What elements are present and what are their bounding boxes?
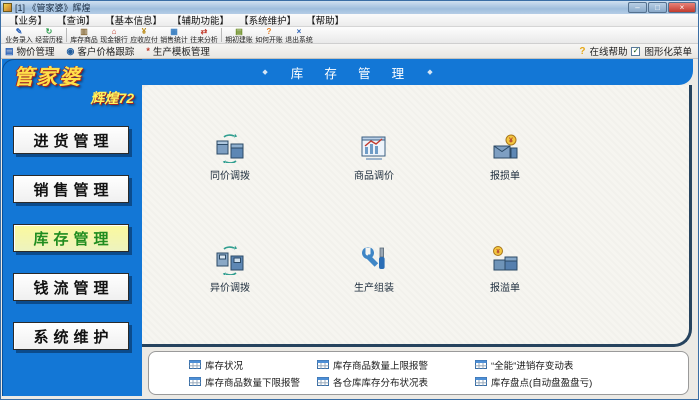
link-allround-change-table[interactable]: “全能”进销存变动表 [475, 358, 682, 372]
app-window: [1] 《管家婆》辉煌 – □ × 【业务】 【查询】 【基本信息】 【辅助功能… [0, 0, 699, 400]
sidebar: 管家婆 辉煌72 进货管理 销售管理 库存管理 钱流管理 系统维护 [2, 59, 142, 396]
link-upper-limit-alarm[interactable]: 库存商品数量上限报警 [317, 358, 475, 372]
svg-text:¥: ¥ [509, 138, 513, 145]
module-loss-report[interactable]: ¥ 报损单 [490, 133, 520, 182]
production-template-button[interactable]: * 生产模板管理 [146, 44, 210, 58]
minimize-button[interactable]: – [628, 2, 647, 13]
toolbar-sales-stats[interactable]: ▦ 销售统计 [159, 28, 189, 44]
toolbar-separator [66, 28, 67, 42]
maximize-button[interactable]: □ [648, 2, 667, 13]
content-panel: 同价调拨 商品调价 ¥ [142, 85, 692, 347]
menu-basic-info[interactable]: 【基本信息】 [102, 13, 165, 27]
table-icon [189, 377, 201, 386]
price-manage-button[interactable]: ▤ 物价管理 [5, 44, 55, 58]
table-icon [317, 360, 329, 369]
app-icon [3, 3, 12, 12]
toolbar-cash-bank[interactable]: ⌂ 现金银行 [99, 28, 129, 44]
brand-name: 管家婆 [13, 67, 134, 88]
diamond-icon: ◆ [262, 68, 267, 76]
link-stocktaking[interactable]: 库存盘点(自动盘盈盘亏) [475, 375, 682, 389]
same-price-transfer-icon [215, 133, 245, 163]
module-same-price-transfer[interactable]: 同价调拨 [210, 133, 250, 182]
module-overflow-report[interactable]: ¥ 报溢单 [490, 245, 520, 294]
menu-business[interactable]: 【业务】 [6, 13, 50, 27]
toolbar2-right-group: ? 在线帮助 ✓ 图形化菜单 [579, 44, 692, 58]
goods-price-adjust-icon [359, 133, 389, 163]
toolbar-how-to-open[interactable]: ? 如何开账 [254, 28, 284, 44]
toolbar-transactions-analysis[interactable]: ⇄ 往来分析 [189, 28, 219, 44]
graphical-menu-checkbox[interactable]: ✓ [631, 47, 640, 56]
production-template-icon: * [146, 46, 150, 56]
loss-report-icon: ¥ [490, 133, 520, 163]
toolbar-exit-system[interactable]: × 退出系统 [284, 28, 314, 44]
sidebar-item-cashflow[interactable]: 钱流管理 [13, 273, 129, 301]
window-controls: – □ × [628, 2, 696, 13]
menu-bar: 【业务】 【查询】 【基本信息】 【辅助功能】 【系统维护】 【帮助】 [1, 14, 698, 27]
sidebar-item-sales[interactable]: 销售管理 [13, 175, 129, 203]
brand-edition: 辉煌72 [13, 91, 134, 105]
price-manage-icon: ▤ [5, 46, 14, 57]
overflow-report-icon: ¥ [490, 245, 520, 275]
menu-query[interactable]: 【查询】 [54, 13, 98, 27]
table-icon [475, 360, 487, 369]
main-toolbar: ✎ 业务录入 ↻ 经营历程 ▥ 库存商品 ⌂ 现金银行 ¥ 应收应付 ▦ 销售统… [1, 27, 698, 44]
customer-price-track-button[interactable]: ◉ 客户价格跟踪 [67, 44, 135, 58]
check-icon: ✓ [633, 47, 640, 55]
secondary-toolbar: ▤ 物价管理 ◉ 客户价格跟踪 * 生产模板管理 ? 在线帮助 ✓ 图形化菜单 [1, 44, 698, 59]
toolbar-separator [221, 28, 222, 42]
customer-price-track-icon: ◉ [67, 46, 75, 57]
link-stock-status[interactable]: 库存状况 [189, 358, 317, 372]
link-warehouse-distribution[interactable]: 各仓库库存分布状况表 [317, 375, 475, 389]
section-title: 库 存 管 理 [282, 63, 413, 82]
link-lower-limit-alarm[interactable]: 库存商品数量下限报警 [189, 375, 317, 389]
brand-logo: 管家婆 辉煌72 [13, 67, 134, 105]
toolbar-init-account[interactable]: ▤ 期初建账 [224, 28, 254, 44]
menu-system-maintenance[interactable]: 【系统维护】 [236, 13, 299, 27]
table-icon [189, 360, 201, 369]
toolbar-business-history[interactable]: ↻ 经营历程 [34, 28, 64, 44]
production-assembly-icon [359, 245, 389, 275]
menu-aux-functions[interactable]: 【辅助功能】 [169, 13, 232, 27]
toolbar-business-entry[interactable]: ✎ 业务录入 [4, 28, 34, 44]
module-goods-price-adjust[interactable]: 商品调价 [354, 133, 394, 182]
footer-links-box: 库存状况 库存商品数量上限报警 “全能”进销存变动表 库存商品数量下限报警 各仓… [148, 351, 689, 395]
table-icon [317, 377, 329, 386]
diff-price-transfer-icon [215, 245, 245, 275]
menu-help[interactable]: 【帮助】 [303, 13, 347, 27]
toolbar-payables[interactable]: ¥ 应收应付 [129, 28, 159, 44]
table-icon [475, 377, 487, 386]
graphical-menu-label[interactable]: 图形化菜单 [644, 44, 692, 58]
module-production-assembly[interactable]: 生产组装 [354, 245, 394, 294]
close-button[interactable]: × [668, 2, 696, 13]
sidebar-item-purchase[interactable]: 进货管理 [13, 126, 129, 154]
toolbar-stock-goods[interactable]: ▥ 库存商品 [69, 28, 99, 44]
sidebar-item-inventory[interactable]: 库存管理 [13, 224, 129, 252]
online-help-link[interactable]: 在线帮助 [589, 44, 627, 58]
help-question-icon: ? [579, 46, 585, 57]
sidebar-item-system[interactable]: 系统维护 [13, 322, 129, 350]
diamond-icon: ◆ [427, 68, 432, 76]
main-area: ◆ 库 存 管 理 ◆ 管家婆 辉煌72 进货管理 销售管理 库存管理 钱流管理… [2, 59, 697, 398]
module-diff-price-transfer[interactable]: 异价调拨 [210, 245, 250, 294]
